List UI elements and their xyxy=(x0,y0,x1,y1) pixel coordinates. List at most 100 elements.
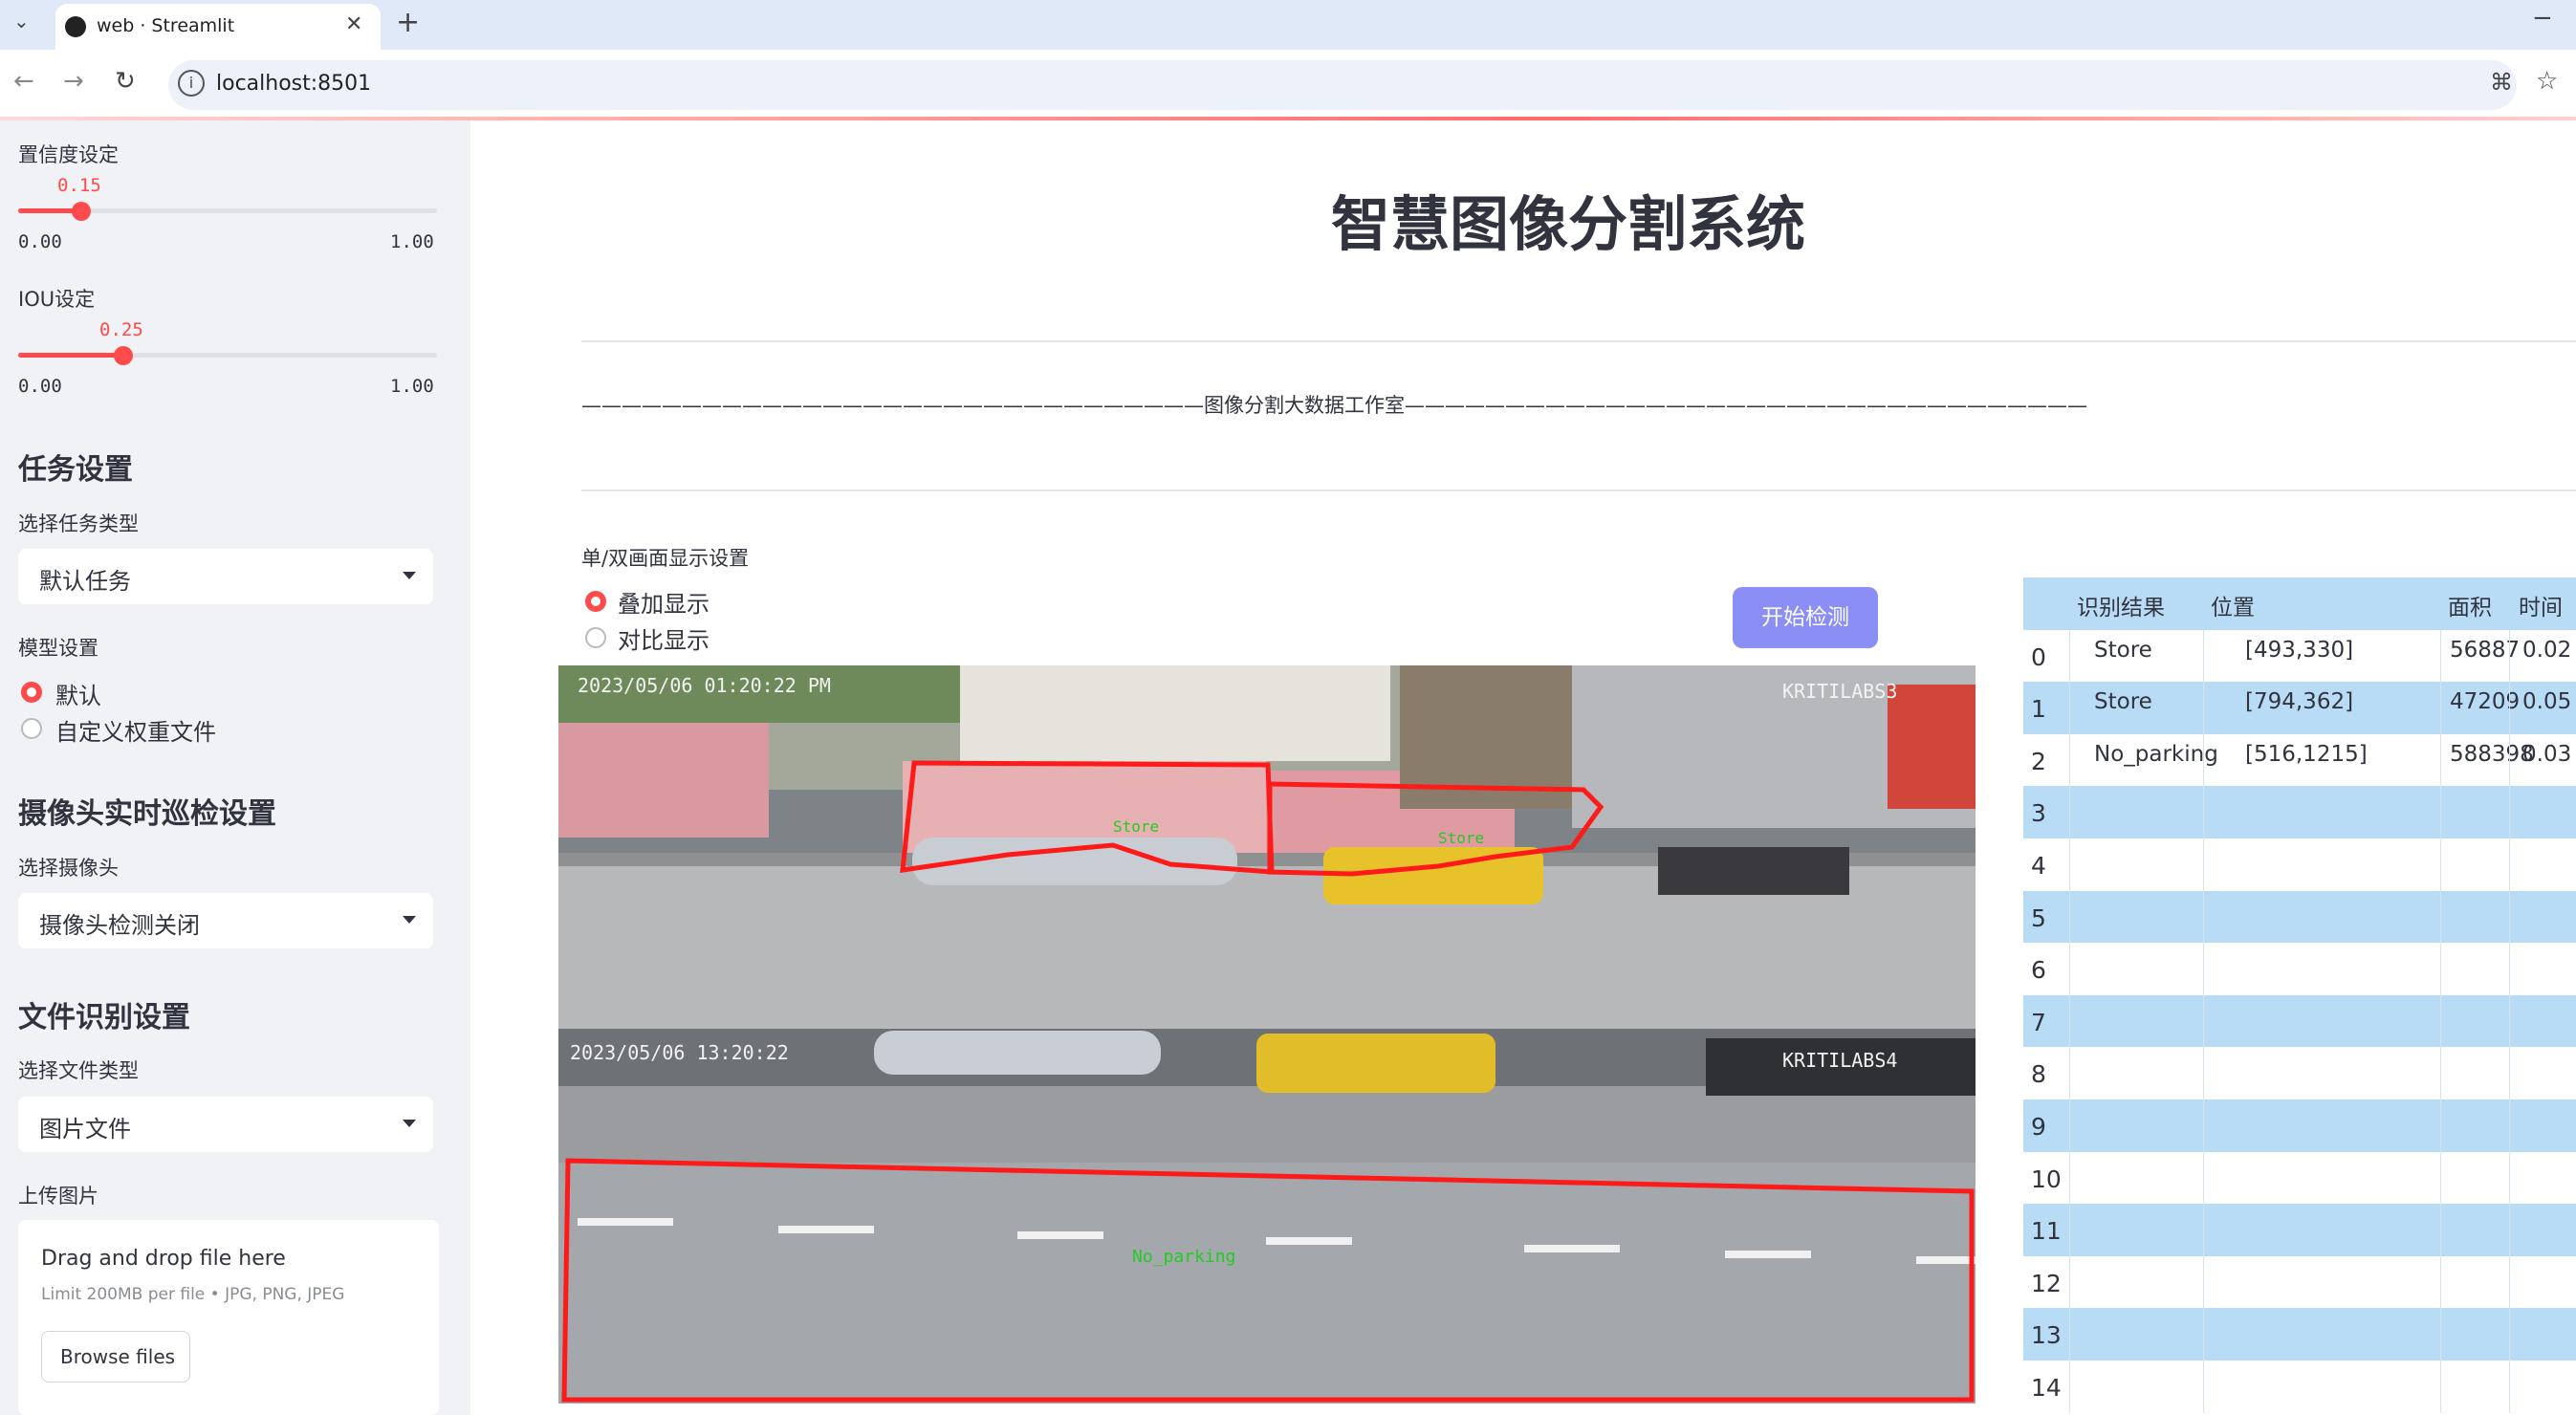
column-separator xyxy=(2440,890,2441,944)
row-index: 4 xyxy=(2031,852,2046,880)
upload-label: 上传图片 xyxy=(18,1185,98,1208)
file-type-label: 选择文件类型 xyxy=(18,1059,139,1082)
timestamp-bottom: 2023/05/06 13:20:22 xyxy=(570,1041,789,1064)
back-icon[interactable]: ← xyxy=(13,67,34,96)
table-row[interactable]: 14 xyxy=(2023,1361,2576,1413)
column-separator xyxy=(2069,1255,2070,1309)
column-separator xyxy=(2440,629,2441,683)
column-separator xyxy=(2203,1204,2204,1256)
display-radio-overlay[interactable] xyxy=(585,591,606,612)
display-radio-compare[interactable] xyxy=(585,627,606,648)
start-detection-button[interactable]: 开始检测 xyxy=(1733,587,1878,648)
detection-result-svg: 2023/05/06 01:20:22 PM KRITILABS3 2023/0… xyxy=(558,665,1976,1404)
column-separator xyxy=(2509,1308,2510,1361)
column-separator xyxy=(2440,1047,2441,1099)
column-separator xyxy=(2203,1099,2204,1152)
column-separator xyxy=(2509,1255,2510,1309)
column-separator xyxy=(2069,890,2070,944)
row-index: 12 xyxy=(2031,1269,2062,1297)
column-separator xyxy=(2069,1361,2070,1413)
minimize-icon[interactable]: − xyxy=(2532,4,2553,33)
address-bar[interactable]: i localhost:8501 xyxy=(168,60,2517,110)
display-option-compare[interactable]: 对比显示 xyxy=(618,621,709,655)
url-text: localhost:8501 xyxy=(216,72,372,96)
forward-icon[interactable]: → xyxy=(63,67,84,96)
col-header-time[interactable]: 时间 xyxy=(2519,589,2563,621)
browse-files-label: Browse files xyxy=(60,1345,176,1368)
browse-files-button[interactable]: Browse files xyxy=(41,1331,190,1382)
confidence-max: 1.00 xyxy=(390,231,434,252)
reload-icon[interactable]: ↻ xyxy=(115,67,136,96)
close-tab-icon[interactable]: ✕ xyxy=(345,12,362,36)
column-separator xyxy=(2069,838,2070,891)
table-row[interactable]: 5 xyxy=(2023,890,2576,944)
browser-tab[interactable]: web · Streamlit ✕ xyxy=(55,4,381,50)
column-separator xyxy=(2203,682,2204,734)
table-row[interactable]: 3 xyxy=(2023,786,2576,838)
iou-slider-fill xyxy=(18,353,123,358)
col-header-area[interactable]: 面积 xyxy=(2448,589,2492,621)
divider-top xyxy=(581,340,2576,342)
translate-icon[interactable]: ⌘ xyxy=(2490,69,2513,96)
column-separator xyxy=(2203,1255,2204,1309)
task-type-select[interactable]: 默认任务 xyxy=(18,549,433,604)
column-separator xyxy=(2440,1361,2441,1413)
road-lane xyxy=(558,1163,1976,1404)
column-separator xyxy=(2509,682,2510,734)
detection-result-image: 2023/05/06 01:20:22 PM KRITILABS3 2023/0… xyxy=(558,665,1976,1404)
col-header-position[interactable]: 位置 xyxy=(2211,589,2255,621)
model-radio-custom[interactable] xyxy=(21,718,42,739)
model-radio-default[interactable] xyxy=(21,682,42,703)
table-row[interactable]: 10 xyxy=(2023,1151,2576,1205)
table-row[interactable]: 11 xyxy=(2023,1204,2576,1256)
column-separator xyxy=(2203,1361,2204,1413)
table-row[interactable]: 9 xyxy=(2023,1099,2576,1152)
new-tab-icon[interactable]: + xyxy=(396,6,420,39)
tab-list-chevron-icon[interactable]: ⌄ xyxy=(13,10,30,33)
camera-value: 摄像头检测关闭 xyxy=(39,912,200,939)
row-index: 11 xyxy=(2031,1217,2062,1246)
cell-time: 0.05 xyxy=(2522,689,2572,715)
model-option-default[interactable]: 默认 xyxy=(55,677,101,710)
table-row[interactable]: 2 No_parking [516,1215] 588398 0.03 xyxy=(2023,733,2576,787)
column-separator xyxy=(2069,994,2070,1048)
site-info-icon[interactable]: i xyxy=(178,70,205,97)
row-index: 1 xyxy=(2031,695,2046,724)
col-header-result[interactable]: 识别结果 xyxy=(2077,589,2165,621)
file-dropzone[interactable]: Drag and drop file here Limit 200MB per … xyxy=(18,1220,439,1415)
column-separator xyxy=(2069,1151,2070,1205)
confidence-value: 0.15 xyxy=(57,175,101,196)
table-row[interactable]: 13 xyxy=(2023,1308,2576,1361)
iou-slider-thumb[interactable] xyxy=(113,346,133,365)
column-separator xyxy=(2440,1204,2441,1256)
column-separator xyxy=(2440,1151,2441,1205)
camera-select[interactable]: 摄像头检测关闭 xyxy=(18,893,433,948)
column-separator xyxy=(2509,629,2510,683)
camera-id-bottom: KRITILABS4 xyxy=(1782,1049,1897,1072)
red-building xyxy=(1888,685,1976,809)
display-option-overlay[interactable]: 叠加显示 xyxy=(618,585,709,619)
results-table: 识别结果 位置 面积 时间 0 Store [493,330] 56887 0.02 1 S… xyxy=(2023,577,2576,1415)
bookmark-star-icon[interactable]: ☆ xyxy=(2536,67,2558,96)
table-row[interactable]: 7 xyxy=(2023,994,2576,1048)
table-row[interactable]: 4 xyxy=(2023,838,2576,891)
dropzone-hint: Limit 200MB per file • JPG, PNG, JPEG xyxy=(41,1285,345,1304)
confidence-slider-thumb[interactable] xyxy=(71,202,91,221)
column-separator xyxy=(2203,629,2204,683)
table-row[interactable]: 8 xyxy=(2023,1047,2576,1099)
table-row[interactable]: 6 xyxy=(2023,943,2576,995)
tab-title: web · Streamlit xyxy=(97,15,235,36)
column-separator xyxy=(2509,838,2510,891)
file-type-select[interactable]: 图片文件 xyxy=(18,1097,433,1152)
model-option-custom[interactable]: 自定义权重文件 xyxy=(55,713,216,747)
store-label-2: Store xyxy=(1438,829,1484,847)
divider-bottom xyxy=(581,490,2576,491)
task-type-value: 默认任务 xyxy=(39,568,131,595)
table-row[interactable]: 1 Store [794,362] 47209 0.05 xyxy=(2023,682,2576,734)
table-row[interactable]: 0 Store [493,330] 56887 0.02 xyxy=(2023,629,2576,683)
table-row[interactable]: 12 xyxy=(2023,1255,2576,1309)
iou-value: 0.25 xyxy=(99,319,143,340)
model-label: 模型设置 xyxy=(18,637,98,660)
camera-id-top: KRITILABS3 xyxy=(1782,680,1897,703)
column-separator xyxy=(2069,1047,2070,1099)
